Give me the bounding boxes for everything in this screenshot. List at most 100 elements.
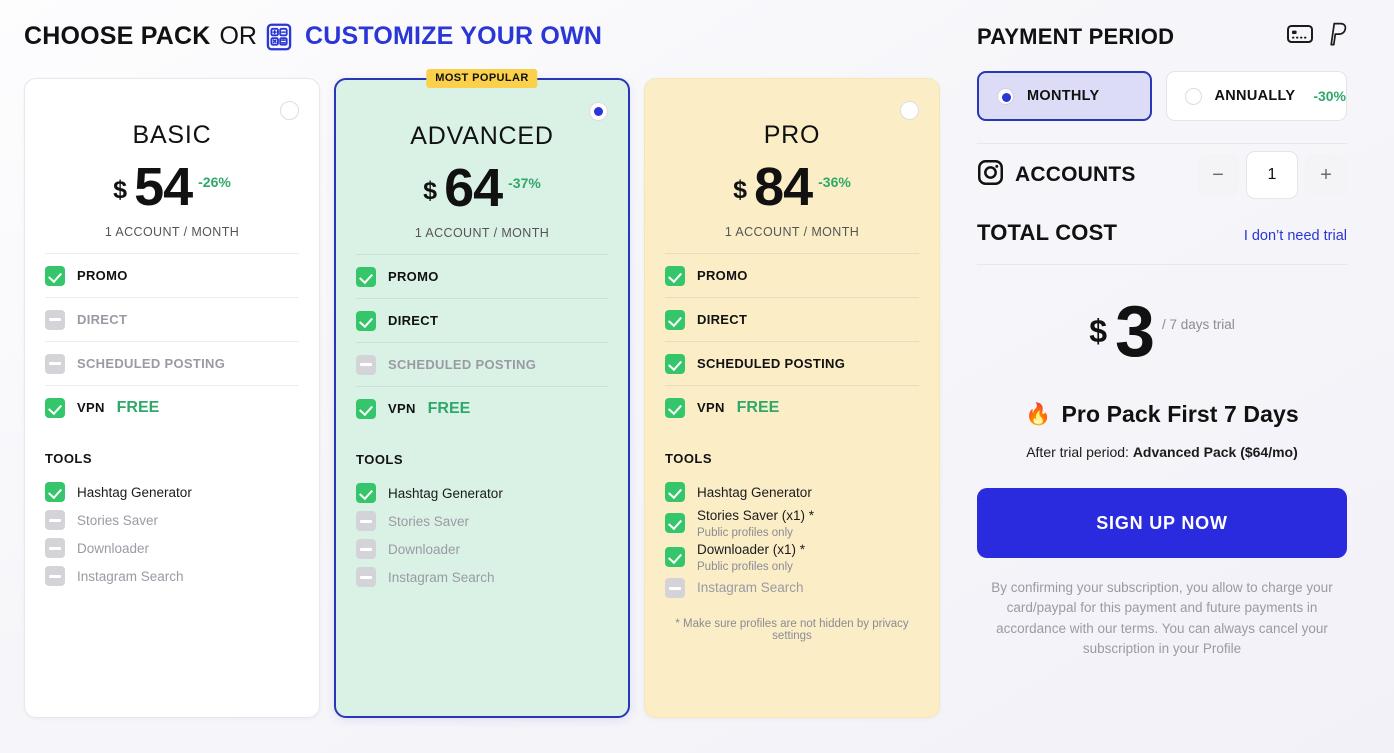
pack-name-basic: BASIC (132, 121, 212, 149)
tool-row: Hashtag Generator (665, 478, 919, 506)
price-discount: -26% (198, 174, 231, 190)
check-icon (356, 398, 376, 419)
feature-label: SCHEDULED POSTING (77, 356, 226, 372)
price-amount: 54 (134, 157, 193, 217)
total-unit: / 7 days trial (1162, 317, 1235, 332)
period-option-monthly[interactable]: MONTHLY (977, 71, 1152, 121)
tool-row: Stories Saver (x1) * Public profiles onl… (665, 506, 919, 540)
pack-tools-basic: Hashtag Generator Stories Saver Download… (25, 478, 319, 590)
feature-row: VPN FREE (356, 386, 608, 430)
accounts-decrement-button[interactable]: − (1197, 154, 1239, 196)
feature-label: DIRECT (388, 313, 439, 329)
price-amount: 64 (444, 158, 503, 218)
calculator-icon (265, 23, 305, 51)
page-title: CHOOSE PACK (24, 22, 211, 50)
period-label: ANNUALLY (1214, 88, 1296, 104)
pack-period-basic: 1 ACCOUNT / MONTH (104, 225, 240, 240)
fire-icon: 🔥 (1025, 402, 1052, 426)
period-discount: -30% (1313, 88, 1346, 104)
payment-method-icons (1287, 22, 1347, 51)
pricing-page: CHOOSE PACK OR CUSTOMIZE YOUR OWN BASIC … (0, 0, 1394, 753)
feature-label: PROMO (77, 268, 128, 284)
feature-row: PROMO (665, 253, 919, 297)
sign-up-button[interactable]: SIGN UP NOW (977, 488, 1347, 559)
check-icon (45, 482, 65, 503)
payment-period-header: PAYMENT PERIOD (977, 22, 1347, 51)
pack-radio-basic[interactable] (280, 101, 299, 120)
paypal-icon (1327, 22, 1347, 51)
accounts-value[interactable]: 1 (1246, 151, 1298, 199)
tool-row: Stories Saver (356, 507, 608, 535)
accounts-increment-button[interactable]: + (1305, 154, 1347, 196)
dash-icon (356, 511, 376, 532)
pack-period-advanced: 1 ACCOUNT / MONTH (414, 226, 550, 241)
feature-label: DIRECT (77, 312, 128, 328)
feature-suffix: FREE (736, 398, 780, 416)
pack-radio-pro[interactable] (900, 101, 919, 120)
feature-row: PROMO (356, 254, 608, 298)
accounts-row: ACCOUNTS − 1 + (977, 144, 1347, 206)
tool-label: Downloader (x1) * (697, 542, 806, 558)
customize-your-own-link[interactable]: CUSTOMIZE YOUR OWN (305, 22, 602, 51)
after-trial-prefix: After trial period: (1026, 444, 1133, 461)
radio-icon (1184, 87, 1202, 105)
feature-label: VPN (77, 400, 105, 416)
privacy-footnote: * Make sure profiles are not hidden by p… (675, 618, 909, 643)
pack-features-basic: PROMO DIRECT SCHEDULED POSTING VPN FREE (25, 253, 319, 429)
pack-features-pro: PROMO DIRECT SCHEDULED POSTING VPN FREE (645, 253, 939, 429)
dash-icon (45, 566, 65, 587)
dash-icon (45, 538, 65, 559)
tool-row: Instagram Search (356, 563, 608, 591)
feature-row: VPN FREE (45, 385, 299, 429)
dash-icon (356, 354, 376, 375)
page-heading: CHOOSE PACK OR CUSTOMIZE YOUR OWN (24, 22, 602, 51)
feature-row: SCHEDULED POSTING (356, 342, 608, 386)
tool-row: Instagram Search (45, 562, 299, 590)
pack-radio-advanced[interactable] (589, 102, 608, 121)
total-price: $ 3 / 7 days trial (977, 292, 1347, 372)
period-option-annually[interactable]: ANNUALLY -30% (1165, 71, 1347, 121)
accounts-label: ACCOUNTS (1015, 163, 1136, 186)
payment-period-title: PAYMENT PERIOD (977, 23, 1175, 49)
pack-name-pro: PRO (763, 121, 821, 149)
feature-suffix: FREE (427, 399, 471, 417)
tool-label: Hashtag Generator (388, 485, 503, 501)
tool-row: Downloader (x1) * Public profiles only (665, 540, 919, 574)
tool-row: Downloader (356, 535, 608, 563)
heading-or: OR (219, 22, 257, 50)
check-icon (665, 397, 685, 418)
pack-card-pro[interactable]: PRO $ 84 -36% 1 ACCOUNT / MONTH PROMO DI… (644, 78, 940, 718)
pack-tools-pro: Hashtag Generator Stories Saver (x1) * P… (645, 478, 939, 602)
tool-row: Hashtag Generator (356, 479, 608, 507)
total-amount: 3 (1114, 292, 1155, 372)
pack-price-advanced: $ 64 -37% (336, 158, 628, 218)
currency-symbol: $ (423, 177, 438, 205)
tool-label: Stories Saver (388, 513, 470, 529)
pack-card-advanced[interactable]: MOST POPULAR ADVANCED $ 64 -37% 1 ACCOUN… (334, 69, 630, 718)
feature-label: PROMO (388, 269, 439, 285)
payment-period-options: MONTHLY ANNUALLY -30% (977, 71, 1347, 121)
check-icon (356, 266, 376, 287)
tool-label: Stories Saver (77, 512, 159, 528)
feature-label: SCHEDULED POSTING (697, 356, 846, 372)
checkout-panel: PAYMENT PERIOD MONTHLY ANNUALLY -30% ACC… (977, 22, 1347, 659)
pack-tools-advanced: Hashtag Generator Stories Saver Download… (336, 479, 628, 591)
credit-card-icon (1287, 24, 1313, 49)
tool-note: Public profiles only (697, 526, 793, 539)
tool-row: Downloader (45, 534, 299, 562)
radio-icon (997, 87, 1014, 105)
feature-row: SCHEDULED POSTING (45, 341, 299, 385)
pack-card-basic[interactable]: BASIC $ 54 -26% 1 ACCOUNT / MONTH PROMO … (24, 78, 320, 718)
price-discount: -36% (818, 174, 851, 190)
tool-note: Public profiles only (697, 560, 793, 573)
tools-heading: TOOLS (665, 451, 713, 467)
terms-text: By confirming your subscription, you all… (991, 580, 1333, 656)
instagram-icon (977, 159, 1004, 191)
skip-trial-link[interactable]: I don’t need trial (1244, 228, 1347, 244)
check-icon (356, 310, 376, 331)
pack-name-advanced: ADVANCED (410, 122, 554, 150)
most-popular-badge: MOST POPULAR (426, 69, 538, 88)
pack-cards: BASIC $ 54 -26% 1 ACCOUNT / MONTH PROMO … (24, 69, 940, 718)
feature-row: VPN FREE (665, 385, 919, 429)
dash-icon (665, 578, 685, 599)
